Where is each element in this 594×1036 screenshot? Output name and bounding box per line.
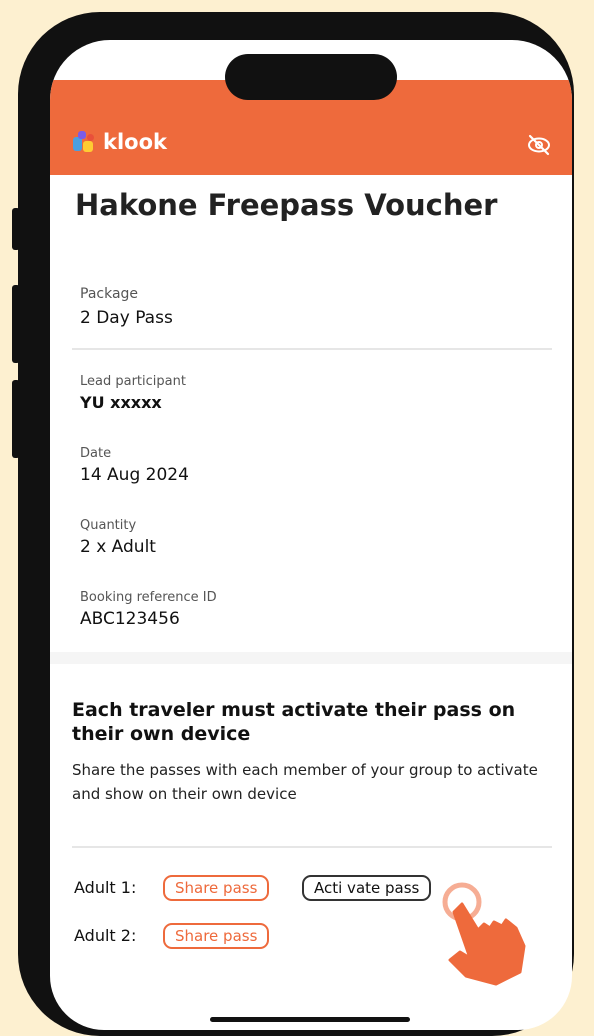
quantity-field: Quantity 2 x Adult	[80, 518, 156, 557]
brand[interactable]: klook	[73, 130, 167, 154]
quantity-value: 2 x Adult	[80, 537, 156, 557]
activation-notice-title: Each traveler must activate their pass o…	[72, 699, 516, 745]
share-pass-button[interactable]: Share pass	[163, 923, 270, 949]
package-field: Package 2 Day Pass	[80, 286, 173, 328]
eye-off-icon[interactable]	[526, 134, 552, 156]
dynamic-island	[225, 54, 397, 100]
date-value: 14 Aug 2024	[80, 465, 189, 485]
ticket-tear-line	[50, 652, 572, 664]
lead-participant-value: YU xxxxx	[80, 393, 162, 412]
traveler-label: Adult 2:	[74, 926, 137, 945]
booking-reference-field: Booking reference ID ABC123456	[80, 590, 217, 629]
package-value: 2 Day Pass	[80, 308, 173, 328]
klook-logo-icon	[73, 131, 95, 153]
share-pass-button[interactable]: Share pass	[163, 875, 270, 901]
divider	[72, 846, 552, 848]
voucher-title: Hakone Freepass Voucher	[75, 188, 498, 222]
lead-participant-field: Lead participant YU xxxxx	[80, 374, 186, 412]
home-indicator	[210, 1017, 410, 1022]
activation-notice-text: Share the passes with each member of you…	[72, 761, 538, 803]
brand-name: klook	[103, 130, 167, 154]
quantity-label: Quantity	[80, 518, 137, 533]
booking-reference-label: Booking reference ID	[80, 590, 217, 605]
date-field: Date 14 Aug 2024	[80, 446, 189, 485]
package-label: Package	[80, 286, 139, 302]
divider	[72, 348, 552, 350]
date-label: Date	[80, 446, 112, 461]
activate-pass-button[interactable]: Acti vate pass	[302, 875, 432, 901]
traveler-label: Adult 1:	[74, 878, 137, 897]
pointing-hand-icon	[442, 882, 526, 986]
booking-reference-value: ABC123456	[80, 609, 180, 629]
lead-participant-label: Lead participant	[80, 374, 186, 389]
